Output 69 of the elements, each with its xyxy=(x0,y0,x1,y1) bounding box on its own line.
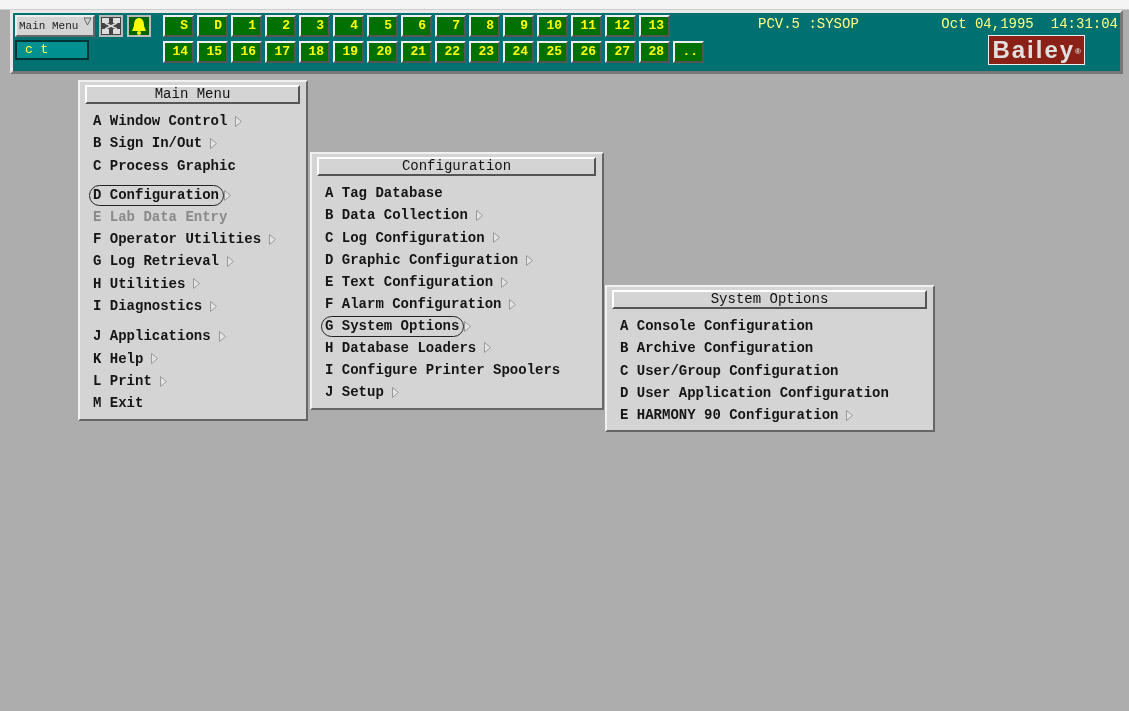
display-button[interactable]: 22 xyxy=(435,41,466,63)
menu-item[interactable]: M Exit xyxy=(85,392,300,415)
menu-item[interactable]: C Process Graphic xyxy=(85,154,300,177)
menu-item[interactable]: L Print xyxy=(85,369,300,393)
menu-item[interactable]: H Utilities xyxy=(85,272,300,296)
display-button[interactable]: 27 xyxy=(605,41,636,63)
date-label: Oct 04,1995 xyxy=(941,15,1034,34)
time-label: 14:31:04 xyxy=(1050,15,1118,34)
alarm-bell-icon[interactable] xyxy=(127,15,151,37)
command-field[interactable]: c t xyxy=(15,40,89,60)
display-button[interactable]: 2 xyxy=(265,15,296,37)
display-button[interactable]: 9 xyxy=(503,15,534,37)
menu-item[interactable]: F Operator Utilities xyxy=(85,228,300,251)
menu-item[interactable]: D Graphic Configuration xyxy=(317,248,596,272)
display-button[interactable]: 21 xyxy=(401,41,432,63)
menu-item[interactable]: C Log Configuration xyxy=(317,226,596,249)
dropdown-arrow-icon xyxy=(84,17,91,25)
display-button[interactable]: 1 xyxy=(231,15,262,37)
display-button[interactable]: 28 xyxy=(639,41,670,63)
menu-item[interactable]: B Archive Configuration xyxy=(612,337,927,360)
display-button[interactable]: D xyxy=(197,15,228,37)
menu-item[interactable]: H Database Loaders xyxy=(317,336,596,360)
menu-item[interactable]: J Applications xyxy=(85,325,300,348)
display-button[interactable]: 7 xyxy=(435,15,466,37)
display-button[interactable]: 16 xyxy=(231,41,262,63)
display-button[interactable]: 3 xyxy=(299,15,330,37)
display-button[interactable]: 15 xyxy=(197,41,228,63)
menu-title: Main Menu xyxy=(85,85,300,104)
menu-item: E Lab Data Entry xyxy=(92,207,229,227)
network-icon[interactable] xyxy=(99,15,123,37)
menu-item[interactable]: K Help xyxy=(85,347,300,370)
menu-title: System Options xyxy=(612,290,927,309)
display-button[interactable]: 8 xyxy=(469,15,500,37)
menu-item[interactable]: A Window Control xyxy=(85,110,300,133)
display-button[interactable]: 19 xyxy=(333,41,364,63)
display-button[interactable]: 24 xyxy=(503,41,534,63)
display-button[interactable]: 25 xyxy=(537,41,568,63)
display-button[interactable]: 5 xyxy=(367,15,398,37)
menu-item[interactable]: E Text Configuration xyxy=(317,271,596,294)
display-button[interactable]: 26 xyxy=(571,41,602,63)
menu-item[interactable]: E HARMONY 90 Configuration xyxy=(612,404,927,427)
menu-title: Configuration xyxy=(317,157,596,176)
menu-item[interactable]: I Diagnostics xyxy=(85,295,300,318)
menu-item[interactable]: C User/Group Configuration xyxy=(612,359,927,382)
menu-item[interactable]: I Configure Printer Spoolers xyxy=(317,359,596,382)
menu-item[interactable]: J Setup xyxy=(317,381,596,404)
menu-item[interactable]: G Log Retrieval xyxy=(85,250,300,273)
display-button[interactable]: 17 xyxy=(265,41,296,63)
menu-item[interactable]: A Tag Database xyxy=(317,182,596,205)
menu-item[interactable]: A Console Configuration xyxy=(612,315,927,338)
display-button[interactable]: S xyxy=(163,15,194,37)
menu-item[interactable]: D User Application Configuration xyxy=(612,381,927,405)
display-button[interactable]: 23 xyxy=(469,41,500,63)
display-button[interactable]: 10 xyxy=(537,15,568,37)
display-button[interactable]: 11 xyxy=(571,15,602,37)
menu-item[interactable]: F Alarm Configuration xyxy=(317,293,596,316)
display-button[interactable]: 18 xyxy=(299,41,330,63)
display-button[interactable]: .. xyxy=(673,41,704,63)
display-button[interactable]: 20 xyxy=(367,41,398,63)
display-button[interactable]: 4 xyxy=(333,15,364,37)
display-button[interactable]: 12 xyxy=(605,15,636,37)
menu-item[interactable]: B Sign In/Out xyxy=(85,132,300,155)
station-label: PCV.5 :SYSOP xyxy=(758,15,859,34)
logo: Bailey$^{®}$ xyxy=(988,35,1085,65)
menu-dropdown[interactable]: Main Menu xyxy=(15,15,95,37)
display-button[interactable]: 13 xyxy=(639,15,670,37)
display-button[interactable]: 6 xyxy=(401,15,432,37)
display-button[interactable]: 14 xyxy=(163,41,194,63)
menu-item[interactable]: B Data Collection xyxy=(317,204,596,227)
